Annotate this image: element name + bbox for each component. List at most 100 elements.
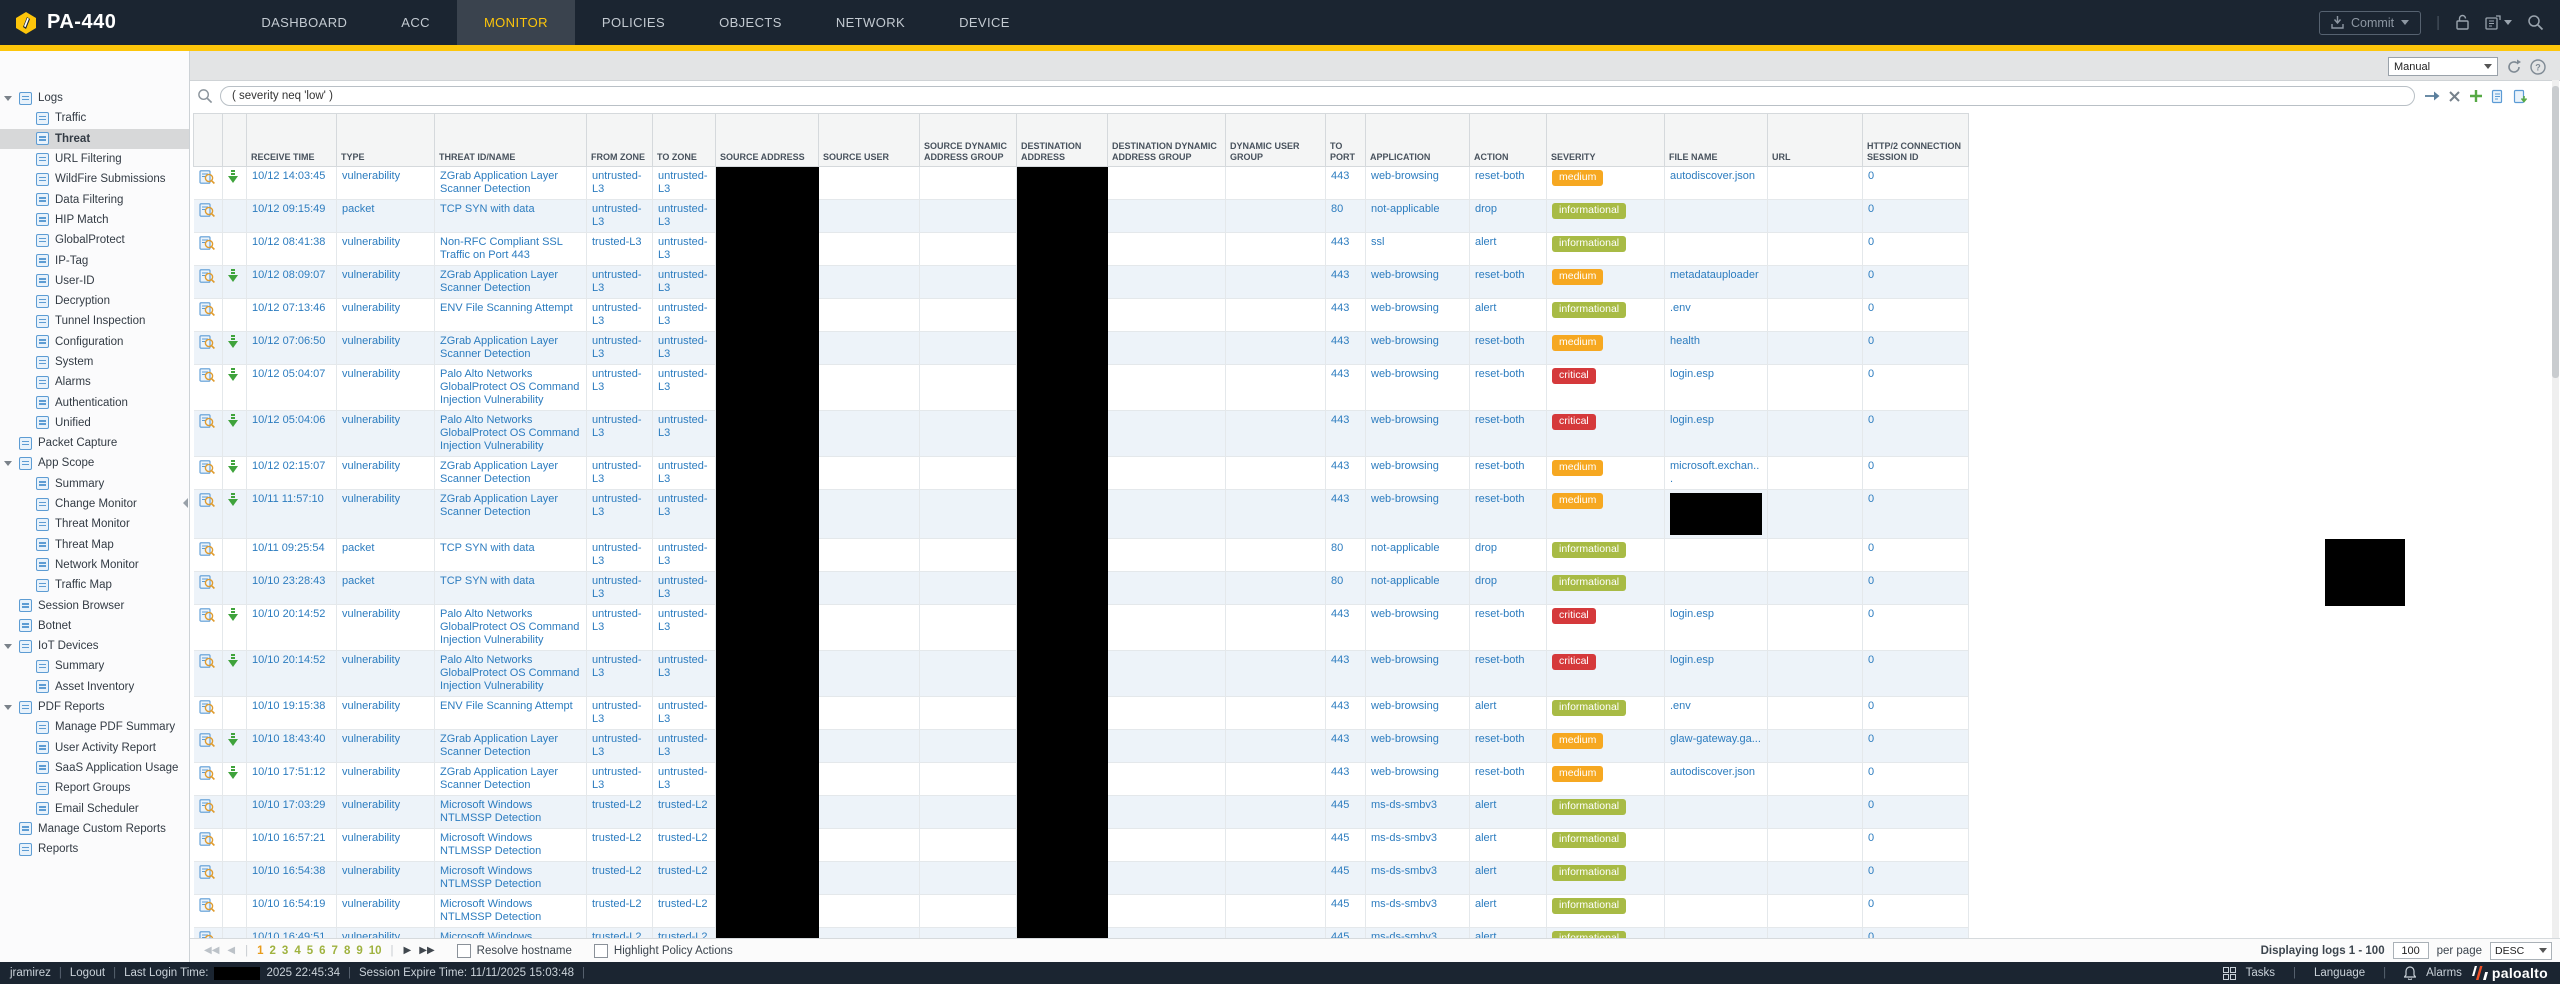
cell-severity[interactable]: medium	[1547, 763, 1665, 796]
cell-source-dynamic-address-group[interactable]	[920, 539, 1017, 572]
cell-source-user[interactable]	[819, 539, 920, 572]
sidebar-item-user-id[interactable]: User-ID	[0, 271, 189, 291]
cell-detail[interactable]	[194, 332, 223, 365]
cell-from-zone[interactable]: untrusted-L3	[587, 697, 653, 730]
cell-detail[interactable]	[194, 490, 223, 539]
cell-severity[interactable]: medium	[1547, 167, 1665, 200]
cell-source-address[interactable]	[716, 697, 819, 730]
cell-destination-address[interactable]	[1017, 763, 1108, 796]
download-pcap-icon[interactable]	[228, 335, 238, 349]
cell-action[interactable]: alert	[1470, 895, 1547, 928]
cell-dynamic-user-group[interactable]	[1226, 862, 1326, 895]
cell-source-user[interactable]	[819, 829, 920, 862]
column-header-destination-address[interactable]: DESTINATION ADDRESS	[1017, 114, 1108, 167]
sidebar-item-botnet[interactable]: Botnet	[0, 616, 189, 636]
cell-dynamic-user-group[interactable]	[1226, 200, 1326, 233]
cell-dynamic-user-group[interactable]	[1226, 490, 1326, 539]
page-number-5[interactable]: 5	[307, 945, 313, 957]
cell-file-name[interactable]	[1665, 862, 1768, 895]
column-header-file-name[interactable]: FILE NAME	[1665, 114, 1768, 167]
cell-destination-address[interactable]	[1017, 829, 1108, 862]
cell-application[interactable]: web-browsing	[1366, 266, 1470, 299]
cell-file-name[interactable]: login.esp	[1665, 411, 1768, 457]
cell-severity[interactable]: critical	[1547, 365, 1665, 411]
cell-source-user[interactable]	[819, 895, 920, 928]
sidebar-item-user-activity-report[interactable]: User Activity Report	[0, 738, 189, 758]
cell-destination-dynamic-address-group[interactable]	[1108, 651, 1226, 697]
cell-to-port[interactable]: 445	[1326, 895, 1366, 928]
highlight-policy-actions-checkbox[interactable]	[594, 944, 608, 958]
tab-dashboard[interactable]: DASHBOARD	[234, 0, 374, 45]
column-header-http-2-connection-session-id[interactable]: HTTP/2 CONNECTION SESSION ID	[1863, 114, 1969, 167]
cell-file-name[interactable]	[1665, 829, 1768, 862]
cell-download[interactable]	[223, 365, 247, 411]
cell-download[interactable]	[223, 457, 247, 490]
cell-url[interactable]	[1768, 730, 1863, 763]
cell-severity[interactable]: medium	[1547, 730, 1665, 763]
cell-application[interactable]: web-browsing	[1366, 299, 1470, 332]
cell-detail[interactable]	[194, 167, 223, 200]
table-row[interactable]: 10/12 14:03:45vulnerabilityZGrab Applica…	[194, 167, 1969, 200]
cell-destination-address[interactable]	[1017, 895, 1108, 928]
cell-source-dynamic-address-group[interactable]	[920, 332, 1017, 365]
cell-severity[interactable]: informational	[1547, 862, 1665, 895]
table-row[interactable]: 10/10 17:03:29vulnerabilityMicrosoft Win…	[194, 796, 1969, 829]
cell-url[interactable]	[1768, 167, 1863, 200]
cell-detail[interactable]	[194, 730, 223, 763]
cell-source-dynamic-address-group[interactable]	[920, 490, 1017, 539]
cell-source-dynamic-address-group[interactable]	[920, 829, 1017, 862]
cell-severity[interactable]: critical	[1547, 605, 1665, 651]
cell-receive-time[interactable]: 10/12 07:13:46	[247, 299, 337, 332]
cell-to-port[interactable]: 443	[1326, 332, 1366, 365]
cell-threat-name[interactable]: Microsoft Windows NTLMSSP Detection	[435, 862, 587, 895]
log-detail-icon[interactable]	[199, 414, 215, 428]
cell-to-port[interactable]: 443	[1326, 697, 1366, 730]
cell-receive-time[interactable]: 10/10 19:15:38	[247, 697, 337, 730]
cell-severity[interactable]: informational	[1547, 299, 1665, 332]
cell-dynamic-user-group[interactable]	[1226, 651, 1326, 697]
cell-to-zone[interactable]: untrusted-L3	[653, 763, 716, 796]
cell-source-address[interactable]	[716, 233, 819, 266]
page-number-4[interactable]: 4	[294, 945, 300, 957]
sidebar-item-hip-match[interactable]: HIP Match	[0, 210, 189, 230]
column-header-source-dynamic-address-group[interactable]: SOURCE DYNAMIC ADDRESS GROUP	[920, 114, 1017, 167]
cell-detail[interactable]	[194, 651, 223, 697]
table-row[interactable]: 10/10 23:28:43packetTCP SYN with dataunt…	[194, 572, 1969, 605]
sidebar-item-reports[interactable]: Reports	[0, 839, 189, 859]
cell-to-zone[interactable]: trusted-L2	[653, 796, 716, 829]
sidebar-item-manage-pdf-summary[interactable]: Manage PDF Summary	[0, 717, 189, 737]
sidebar-item-change-monitor[interactable]: Change Monitor	[0, 494, 189, 514]
cell-to-port[interactable]: 443	[1326, 411, 1366, 457]
cell-source-address[interactable]	[716, 457, 819, 490]
cell-url[interactable]	[1768, 572, 1863, 605]
cell-source-address[interactable]	[716, 829, 819, 862]
cell-action[interactable]: reset-both	[1470, 365, 1547, 411]
cell-receive-time[interactable]: 10/12 05:04:07	[247, 365, 337, 411]
cell-dynamic-user-group[interactable]	[1226, 365, 1326, 411]
table-row[interactable]: 10/12 08:41:38vulnerabilityNon-RFC Compl…	[194, 233, 1969, 266]
log-detail-icon[interactable]	[199, 575, 215, 589]
sidebar-item-ip-tag[interactable]: IP-Tag	[0, 250, 189, 270]
cell-severity[interactable]: informational	[1547, 697, 1665, 730]
table-row[interactable]: 10/10 18:43:40vulnerabilityZGrab Applica…	[194, 730, 1969, 763]
cell-destination-address[interactable]	[1017, 411, 1108, 457]
cell-destination-address[interactable]	[1017, 572, 1108, 605]
cell-threat-name[interactable]: Palo Alto Networks GlobalProtect OS Comm…	[435, 365, 587, 411]
log-detail-icon[interactable]	[199, 832, 215, 846]
chevron-down-icon[interactable]	[4, 461, 12, 466]
cell-type[interactable]: vulnerability	[337, 299, 435, 332]
page-number-9[interactable]: 9	[356, 945, 362, 957]
cell-threat-name[interactable]: Microsoft Windows NTLMSSP Detection	[435, 829, 587, 862]
cell-destination-dynamic-address-group[interactable]	[1108, 365, 1226, 411]
cell-url[interactable]	[1768, 697, 1863, 730]
cell-threat-name[interactable]: ZGrab Application Layer Scanner Detectio…	[435, 332, 587, 365]
column-header-to-port[interactable]: TO PORT	[1326, 114, 1366, 167]
cell-session-id[interactable]: 0	[1863, 862, 1969, 895]
column-header-url[interactable]: URL	[1768, 114, 1863, 167]
log-detail-icon[interactable]	[199, 865, 215, 879]
log-detail-icon[interactable]	[199, 460, 215, 474]
cell-file-name[interactable]: .env	[1665, 697, 1768, 730]
cell-detail[interactable]	[194, 796, 223, 829]
sidebar-item-url-filtering[interactable]: URL Filtering	[0, 149, 189, 169]
sidebar-item-alarms[interactable]: Alarms	[0, 372, 189, 392]
